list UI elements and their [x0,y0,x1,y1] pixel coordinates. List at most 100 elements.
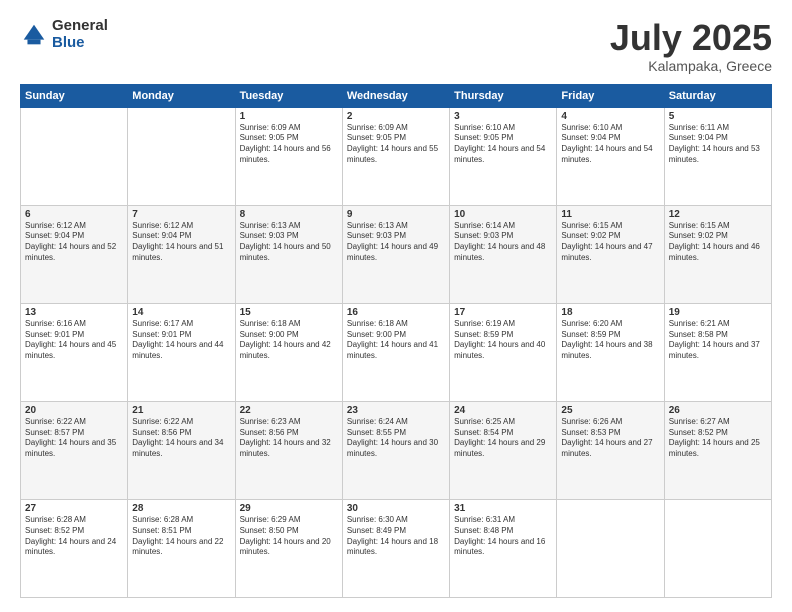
day-number: 25 [561,405,659,416]
day-number: 26 [669,405,767,416]
cell-info: Sunrise: 6:22 AMSunset: 8:57 PMDaylight:… [25,417,123,460]
cell-info: Sunrise: 6:13 AMSunset: 9:03 PMDaylight:… [240,221,338,264]
logo-text: General Blue [52,18,108,51]
day-number: 13 [25,307,123,318]
calendar-cell: 8Sunrise: 6:13 AMSunset: 9:03 PMDaylight… [235,205,342,303]
cell-info: Sunrise: 6:18 AMSunset: 9:00 PMDaylight:… [240,319,338,362]
calendar-cell: 13Sunrise: 6:16 AMSunset: 9:01 PMDayligh… [21,303,128,401]
cell-info: Sunrise: 6:23 AMSunset: 8:56 PMDaylight:… [240,417,338,460]
calendar-cell [664,499,771,597]
calendar-cell: 22Sunrise: 6:23 AMSunset: 8:56 PMDayligh… [235,401,342,499]
calendar-cell: 27Sunrise: 6:28 AMSunset: 8:52 PMDayligh… [21,499,128,597]
calendar-cell [128,107,235,205]
cell-info: Sunrise: 6:10 AMSunset: 9:05 PMDaylight:… [454,123,552,166]
cell-info: Sunrise: 6:26 AMSunset: 8:53 PMDaylight:… [561,417,659,460]
weekday-header-thursday: Thursday [450,84,557,107]
day-number: 23 [347,405,445,416]
cell-info: Sunrise: 6:21 AMSunset: 8:58 PMDaylight:… [669,319,767,362]
day-number: 17 [454,307,552,318]
calendar-cell: 1Sunrise: 6:09 AMSunset: 9:05 PMDaylight… [235,107,342,205]
calendar-cell: 9Sunrise: 6:13 AMSunset: 9:03 PMDaylight… [342,205,449,303]
cell-info: Sunrise: 6:16 AMSunset: 9:01 PMDaylight:… [25,319,123,362]
cell-info: Sunrise: 6:12 AMSunset: 9:04 PMDaylight:… [132,221,230,264]
calendar-cell: 11Sunrise: 6:15 AMSunset: 9:02 PMDayligh… [557,205,664,303]
logo-general: General [52,18,108,35]
day-number: 15 [240,307,338,318]
calendar-cell: 26Sunrise: 6:27 AMSunset: 8:52 PMDayligh… [664,401,771,499]
week-row-3: 13Sunrise: 6:16 AMSunset: 9:01 PMDayligh… [21,303,772,401]
day-number: 28 [132,503,230,514]
logo-icon [20,21,48,49]
day-number: 11 [561,209,659,220]
calendar-cell: 21Sunrise: 6:22 AMSunset: 8:56 PMDayligh… [128,401,235,499]
day-number: 21 [132,405,230,416]
cell-info: Sunrise: 6:13 AMSunset: 9:03 PMDaylight:… [347,221,445,264]
calendar-cell: 2Sunrise: 6:09 AMSunset: 9:05 PMDaylight… [342,107,449,205]
cell-info: Sunrise: 6:12 AMSunset: 9:04 PMDaylight:… [25,221,123,264]
logo: General Blue [20,18,108,51]
location: Kalampaka, Greece [610,58,772,74]
day-number: 19 [669,307,767,318]
calendar-cell: 5Sunrise: 6:11 AMSunset: 9:04 PMDaylight… [664,107,771,205]
cell-info: Sunrise: 6:10 AMSunset: 9:04 PMDaylight:… [561,123,659,166]
calendar-cell: 19Sunrise: 6:21 AMSunset: 8:58 PMDayligh… [664,303,771,401]
calendar-cell: 23Sunrise: 6:24 AMSunset: 8:55 PMDayligh… [342,401,449,499]
weekday-header-tuesday: Tuesday [235,84,342,107]
weekday-header-monday: Monday [128,84,235,107]
calendar-cell: 20Sunrise: 6:22 AMSunset: 8:57 PMDayligh… [21,401,128,499]
cell-info: Sunrise: 6:19 AMSunset: 8:59 PMDaylight:… [454,319,552,362]
weekday-header-wednesday: Wednesday [342,84,449,107]
week-row-2: 6Sunrise: 6:12 AMSunset: 9:04 PMDaylight… [21,205,772,303]
cell-info: Sunrise: 6:28 AMSunset: 8:51 PMDaylight:… [132,515,230,558]
logo-blue: Blue [52,35,108,52]
weekday-header-sunday: Sunday [21,84,128,107]
calendar-cell: 12Sunrise: 6:15 AMSunset: 9:02 PMDayligh… [664,205,771,303]
week-row-5: 27Sunrise: 6:28 AMSunset: 8:52 PMDayligh… [21,499,772,597]
cell-info: Sunrise: 6:30 AMSunset: 8:49 PMDaylight:… [347,515,445,558]
week-row-1: 1Sunrise: 6:09 AMSunset: 9:05 PMDaylight… [21,107,772,205]
weekday-header-saturday: Saturday [664,84,771,107]
day-number: 1 [240,111,338,122]
day-number: 6 [25,209,123,220]
title-block: July 2025 Kalampaka, Greece [610,18,772,74]
cell-info: Sunrise: 6:20 AMSunset: 8:59 PMDaylight:… [561,319,659,362]
cell-info: Sunrise: 6:27 AMSunset: 8:52 PMDaylight:… [669,417,767,460]
day-number: 12 [669,209,767,220]
day-number: 5 [669,111,767,122]
calendar-cell: 31Sunrise: 6:31 AMSunset: 8:48 PMDayligh… [450,499,557,597]
day-number: 18 [561,307,659,318]
day-number: 16 [347,307,445,318]
day-number: 4 [561,111,659,122]
day-number: 3 [454,111,552,122]
calendar-cell: 14Sunrise: 6:17 AMSunset: 9:01 PMDayligh… [128,303,235,401]
cell-info: Sunrise: 6:11 AMSunset: 9:04 PMDaylight:… [669,123,767,166]
day-number: 29 [240,503,338,514]
calendar-page: General Blue July 2025 Kalampaka, Greece… [0,0,792,612]
day-number: 10 [454,209,552,220]
calendar-cell: 30Sunrise: 6:30 AMSunset: 8:49 PMDayligh… [342,499,449,597]
cell-info: Sunrise: 6:25 AMSunset: 8:54 PMDaylight:… [454,417,552,460]
cell-info: Sunrise: 6:18 AMSunset: 9:00 PMDaylight:… [347,319,445,362]
month-title: July 2025 [610,18,772,58]
cell-info: Sunrise: 6:09 AMSunset: 9:05 PMDaylight:… [240,123,338,166]
day-number: 22 [240,405,338,416]
day-number: 20 [25,405,123,416]
day-number: 9 [347,209,445,220]
calendar-cell [21,107,128,205]
day-number: 2 [347,111,445,122]
calendar-cell: 6Sunrise: 6:12 AMSunset: 9:04 PMDaylight… [21,205,128,303]
week-row-4: 20Sunrise: 6:22 AMSunset: 8:57 PMDayligh… [21,401,772,499]
calendar-cell: 4Sunrise: 6:10 AMSunset: 9:04 PMDaylight… [557,107,664,205]
calendar-cell: 28Sunrise: 6:28 AMSunset: 8:51 PMDayligh… [128,499,235,597]
cell-info: Sunrise: 6:17 AMSunset: 9:01 PMDaylight:… [132,319,230,362]
cell-info: Sunrise: 6:15 AMSunset: 9:02 PMDaylight:… [669,221,767,264]
cell-info: Sunrise: 6:14 AMSunset: 9:03 PMDaylight:… [454,221,552,264]
day-number: 30 [347,503,445,514]
calendar-cell: 15Sunrise: 6:18 AMSunset: 9:00 PMDayligh… [235,303,342,401]
cell-info: Sunrise: 6:09 AMSunset: 9:05 PMDaylight:… [347,123,445,166]
header: General Blue July 2025 Kalampaka, Greece [20,18,772,74]
calendar-cell: 10Sunrise: 6:14 AMSunset: 9:03 PMDayligh… [450,205,557,303]
calendar-cell: 3Sunrise: 6:10 AMSunset: 9:05 PMDaylight… [450,107,557,205]
day-number: 8 [240,209,338,220]
calendar-cell: 7Sunrise: 6:12 AMSunset: 9:04 PMDaylight… [128,205,235,303]
